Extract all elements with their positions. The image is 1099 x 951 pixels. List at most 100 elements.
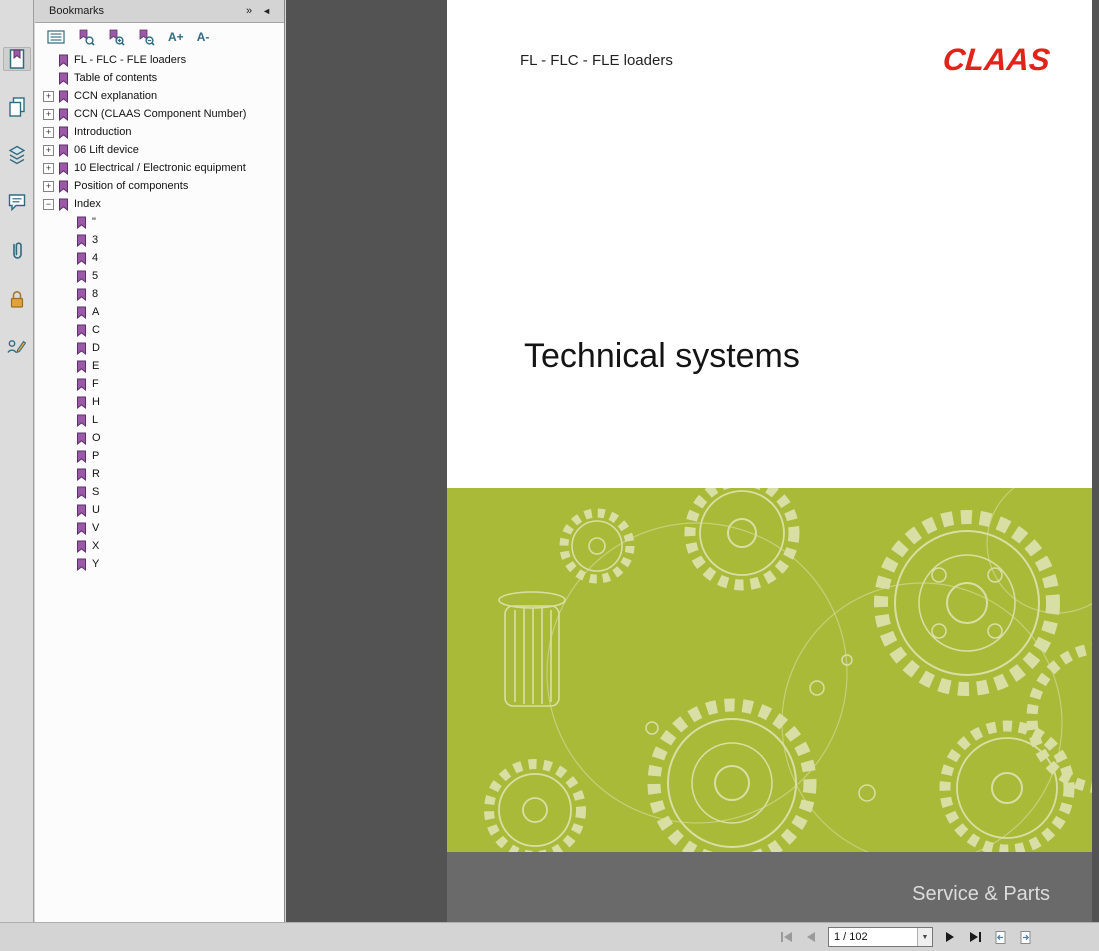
bookmark-item[interactable]: FL - FLC - FLE loaders	[35, 51, 284, 69]
bookmark-icon	[77, 324, 86, 337]
bookmark-flag	[76, 432, 87, 445]
collapse-all-bookmarks-icon[interactable]	[138, 29, 155, 46]
previous-page-button[interactable]	[803, 928, 819, 947]
bookmark-item[interactable]: E	[35, 357, 284, 375]
bookmark-label: CCN (CLAAS Component Number)	[74, 108, 247, 120]
expand-all-bookmarks-icon[interactable]	[108, 29, 125, 46]
bookmark-panel-icon[interactable]	[2, 47, 31, 71]
increase-text-size-button[interactable]: A+	[168, 30, 184, 44]
bookmark-item[interactable]: D	[35, 339, 284, 357]
bookmark-item[interactable]: Table of contents	[35, 69, 284, 87]
bookmark-item[interactable]: A	[35, 303, 284, 321]
previous-view-icon	[995, 930, 1005, 944]
bookmark-item[interactable]: "	[35, 213, 284, 231]
bookmark-flag	[76, 324, 87, 337]
bookmark-flag	[76, 540, 87, 553]
bookmark-icon	[77, 522, 86, 535]
pages-panel-icon[interactable]	[3, 95, 31, 119]
bookmark-item[interactable]: +06 Lift device	[35, 141, 284, 159]
expander-icon[interactable]: +	[43, 90, 54, 102]
locate-current-bookmark-icon[interactable]	[78, 29, 95, 46]
bookmark-item[interactable]: X	[35, 537, 284, 555]
expander-icon[interactable]: +	[43, 144, 54, 156]
bookmark-label: C	[92, 324, 100, 336]
document-title: Technical systems	[524, 337, 800, 375]
bookmark-icon	[77, 378, 86, 391]
bookmark-item[interactable]: F	[35, 375, 284, 393]
last-page-button[interactable]	[967, 928, 983, 947]
bookmark-item[interactable]: + CCN (CLAAS Component Number)	[35, 105, 284, 123]
bookmark-item[interactable]: O	[35, 429, 284, 447]
page-number-input[interactable]	[829, 931, 917, 943]
bookmark-icon	[77, 252, 86, 265]
bookmark-item[interactable]: S	[35, 483, 284, 501]
hide-panel-icon[interactable]: ◄	[257, 6, 276, 16]
bookmark-item[interactable]: R	[35, 465, 284, 483]
decrease-text-size-button[interactable]: A-	[197, 30, 210, 44]
collapse-panel-icon[interactable]: »	[241, 5, 257, 17]
bookmark-item[interactable]: Y	[35, 555, 284, 573]
bookmark-icon	[77, 216, 86, 229]
bookmark-item[interactable]: C	[35, 321, 284, 339]
bookmark-item[interactable]: H	[35, 393, 284, 411]
bookmark-label: CCN explanation	[74, 90, 158, 102]
bookmark-item[interactable]: 5	[35, 267, 284, 285]
bookmark-item[interactable]: + Position of components	[35, 177, 284, 195]
expander-icon[interactable]: −	[43, 198, 54, 210]
bookmark-icon	[59, 198, 68, 211]
bookmark-item[interactable]: + CCN explanation	[35, 87, 284, 105]
bookmark-item[interactable]: +10 Electrical / Electronic equipment	[35, 159, 284, 177]
page-navigation-controls: ▼	[778, 927, 1033, 947]
security-panel-icon[interactable]	[3, 287, 31, 311]
bookmark-item[interactable]: U	[35, 501, 284, 519]
first-page-button[interactable]	[778, 928, 794, 947]
bookmark-label: 5	[92, 270, 99, 282]
bookmark-flag	[76, 288, 87, 301]
comments-panel-glyph	[8, 194, 25, 212]
bookmark-item[interactable]: 8	[35, 285, 284, 303]
bookmark-icon	[59, 144, 68, 157]
expander-icon[interactable]: +	[43, 126, 54, 138]
bookmark-flag	[58, 198, 69, 211]
pages-panel-glyph	[8, 97, 25, 117]
bookmark-flag	[58, 54, 69, 67]
bookmark-item[interactable]: P	[35, 447, 284, 465]
comments-panel-icon[interactable]	[3, 191, 31, 215]
bookmark-icon	[77, 504, 86, 517]
attachments-panel-icon[interactable]	[3, 239, 31, 263]
next-view-button[interactable]	[1017, 928, 1033, 947]
panel-icon-strip	[0, 0, 34, 922]
bookmark-item[interactable]: V	[35, 519, 284, 537]
bookmark-item[interactable]: + Introduction	[35, 123, 284, 141]
layers-panel-icon[interactable]	[3, 143, 31, 167]
expander-icon[interactable]: +	[43, 162, 54, 174]
gears-artwork-icon	[484, 488, 1092, 852]
bookmark-label: 3	[92, 234, 99, 246]
bookmark-item[interactable]: L	[35, 411, 284, 429]
bookmark-label: O	[92, 432, 101, 444]
next-page-button[interactable]	[942, 928, 958, 947]
bookmark-icon	[77, 342, 86, 355]
expander-icon[interactable]: +	[43, 108, 54, 120]
bookmark-item[interactable]: 4	[35, 249, 284, 267]
bookmark-item[interactable]: − Index	[35, 195, 284, 213]
bookmark-label: "	[92, 216, 96, 228]
bookmark-icon	[77, 432, 86, 445]
page-dropdown-button[interactable]: ▼	[917, 928, 932, 946]
signature-panel-icon[interactable]	[3, 335, 31, 359]
bookmark-label: Position of components	[74, 180, 189, 192]
bookmark-flag	[76, 414, 87, 427]
expander-icon[interactable]: +	[43, 180, 54, 192]
bookmark-icon	[77, 306, 86, 319]
bookmark-flag	[76, 342, 87, 355]
bookmark-flag	[76, 486, 87, 499]
bookmark-options-icon[interactable]	[47, 30, 65, 44]
document-viewer[interactable]: FL - FLC - FLE loaders CLAAS Technical s…	[286, 0, 1099, 922]
bookmark-item[interactable]: 3	[35, 231, 284, 249]
previous-view-button[interactable]	[992, 928, 1008, 947]
